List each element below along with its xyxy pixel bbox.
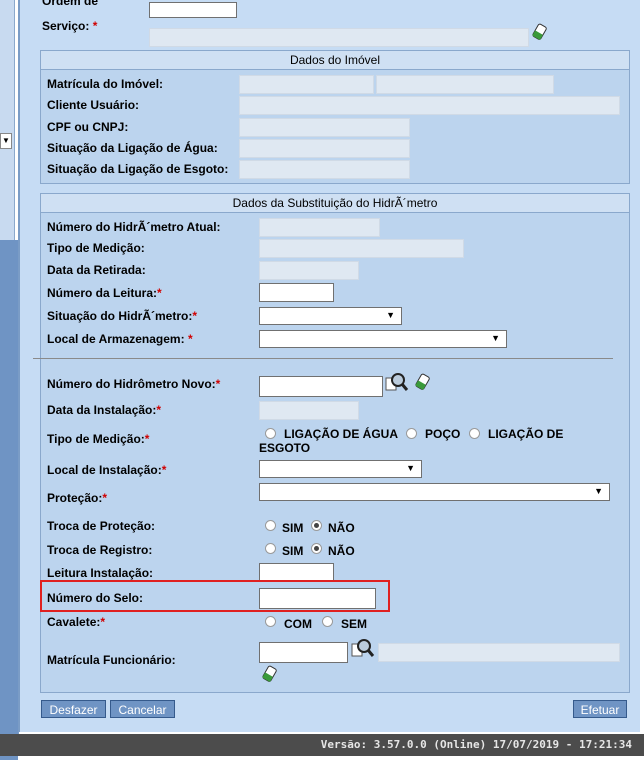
troca-registro-label: Troca de Registro: [47,543,153,557]
radio-ligacao-esgoto[interactable] [469,428,480,439]
situacao-agua-field [239,139,410,158]
radio-troca-protecao-sim-label: SIM [282,521,304,535]
numero-hidrometro-atual-field [259,218,380,237]
data-retirada-label: Data da Retirada: [47,263,146,277]
situacao-hidrometro-select[interactable]: ▼ [259,307,402,325]
radio-troca-protecao-nao-label: NÃO [328,521,355,535]
radio-cavalete-sem[interactable] [322,616,333,627]
numero-leitura-input[interactable] [259,283,334,302]
search-icon[interactable] [385,372,409,394]
left-frame-bar [0,240,18,760]
radio-troca-registro-nao[interactable] [311,543,322,554]
efetuar-button[interactable]: Efetuar [573,700,627,718]
left-frame-inner [0,0,15,240]
matricula-funcionario-input[interactable] [259,642,348,663]
data-retirada-field [259,261,359,280]
situacao-esgoto-field [239,160,410,179]
version-footer: Versão: 3.57.0.0 (Online) 17/07/2019 - 1… [0,734,644,756]
matricula-funcionario-label: Matrícula Funcionário: [47,653,176,667]
tipo-medicao-field [259,239,464,258]
local-armazenagem-label: Local de Armazenagem: * [47,332,193,346]
numero-selo-highlight [40,580,390,612]
radio-ligacao-esgoto-label-cont: ESGOTO [259,441,311,455]
cancelar-button[interactable]: Cancelar [110,700,175,718]
local-instalacao-label: Local de Instalação:* [47,463,167,477]
tipo-medicao-novo-label: Tipo de Medição:* [47,432,150,446]
local-instalacao-select[interactable]: ▼ [259,460,422,478]
eraser-icon[interactable] [414,372,432,392]
ordem-label-partial: Ordem de [42,0,99,8]
data-instalacao-label: Data da Instalação:* [47,403,162,417]
troca-protecao-label: Troca de Proteção: [47,519,156,533]
cliente-usuario-field [239,96,620,115]
radio-cavalete-com-label: COM [284,617,312,631]
local-armazenagem-select[interactable]: ▼ [259,330,507,348]
data-instalacao-field [259,401,359,420]
protecao-label: Proteção:* [47,491,108,505]
leitura-instalacao-label: Leitura Instalação: [47,566,154,580]
chevron-down-icon: ▼ [386,310,395,320]
radio-poco-label: POÇO [425,427,461,441]
radio-troca-registro-sim-label: SIM [282,544,304,558]
situacao-hidrometro-label: Situação do HidrÃ´metro:* [47,309,198,323]
servico-label: Serviço: * [42,19,98,33]
chevron-down-icon: ▼ [491,333,500,343]
cpf-cnpj-field [239,118,410,137]
tipo-medicao-label: Tipo de Medição: [47,241,145,255]
radio-troca-protecao-nao[interactable] [311,520,322,531]
dados-substituicao-header: Dados da Substituição do HidrÃ´metro [41,194,629,213]
protecao-select[interactable]: ▼ [259,483,610,501]
numero-leitura-label: Número da Leitura:* [47,286,162,300]
radio-ligacao-esgoto-label: LIGAÇÃO DE [488,427,564,441]
numero-hidrometro-novo-label: Número do Hidrômetro Novo:* [47,377,221,391]
radio-cavalete-sem-label: SEM [341,617,368,631]
cliente-usuario-label: Cliente Usuário: [47,98,140,112]
matricula-imovel-label: Matrícula do Imóvel: [47,77,164,91]
radio-ligacao-agua[interactable] [265,428,276,439]
left-frame: ▼ [0,0,19,760]
radio-ligacao-agua-label: LIGAÇÃO DE ÁGUA [284,427,398,441]
section-divider [33,358,613,359]
main-panel: Ordem de Serviço: * Dados do Imóvel Matr… [19,0,640,732]
radio-troca-protecao-sim[interactable] [265,520,276,531]
matricula-imovel-extra-field [376,75,554,94]
chevron-down-icon: ▼ [406,463,415,473]
eraser-icon[interactable] [531,22,549,42]
version-text: Versão: 3.57.0.0 (Online) 17/07/2019 - 1… [320,738,632,751]
radio-troca-registro-nao-label: NÃO [328,544,355,558]
left-dropdown-arrow[interactable]: ▼ [0,133,12,149]
matricula-imovel-field [239,75,374,94]
dados-imovel-header: Dados do Imóvel [41,51,629,70]
search-icon[interactable] [351,638,375,660]
ordem-servico-input[interactable] [149,2,237,18]
situacao-esgoto-label: Situação da Ligação de Esgoto: [47,162,229,176]
servico-description-field [149,28,529,47]
cavalete-label: Cavalete:* [47,615,106,629]
radio-cavalete-com[interactable] [265,616,276,627]
cpf-cnpj-label: CPF ou CNPJ: [47,120,129,134]
situacao-agua-label: Situação da Ligação de Água: [47,141,218,155]
chevron-down-icon: ▼ [594,486,603,496]
eraser-icon[interactable] [261,664,279,684]
radio-poco[interactable] [406,428,417,439]
desfazer-button[interactable]: Desfazer [41,700,106,718]
matricula-funcionario-nome-field [378,643,620,662]
radio-troca-registro-sim[interactable] [265,543,276,554]
numero-hidrometro-novo-input[interactable] [259,376,383,397]
numero-hidrometro-atual-label: Número do HidrÃ´metro Atual: [47,220,221,234]
